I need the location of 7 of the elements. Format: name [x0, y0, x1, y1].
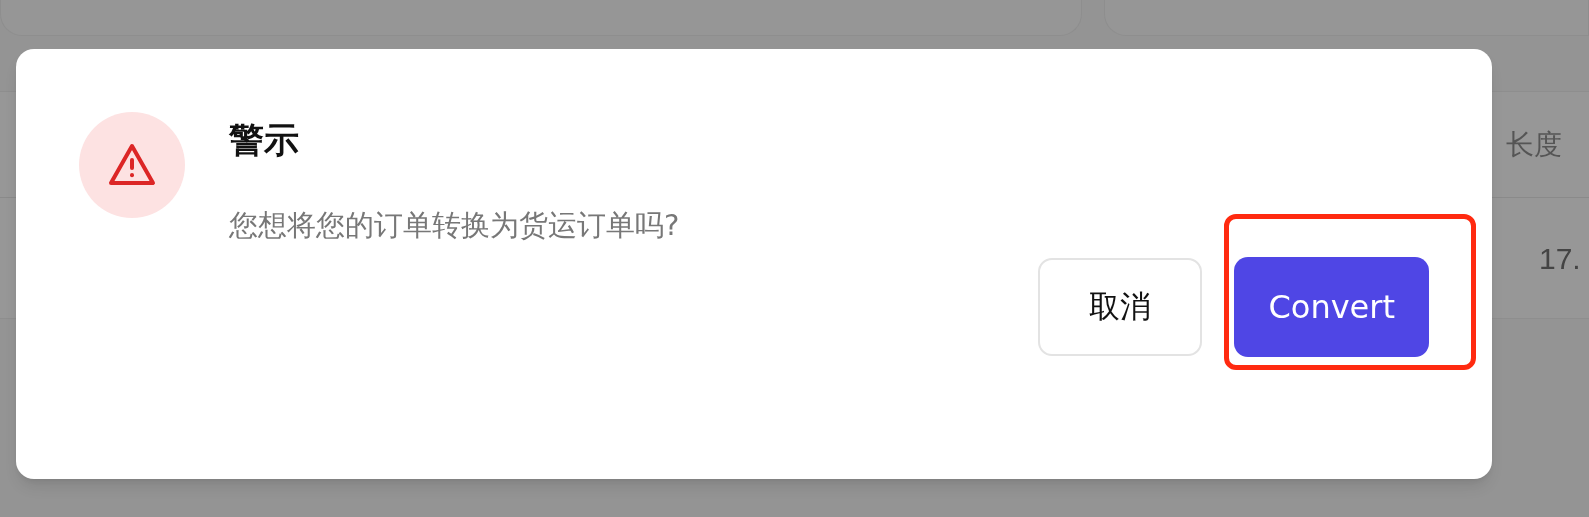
table-cell-text: 17. [1539, 240, 1582, 277]
convert-button[interactable]: Convert [1234, 256, 1429, 357]
warning-icon [108, 142, 156, 188]
dialog-message: 您想将您的订单转换为货运订单吗? [229, 207, 680, 244]
cancel-button[interactable]: 取消 [1038, 257, 1203, 356]
column-header: 长度 [1506, 126, 1562, 163]
dialog-title: 警示 [229, 119, 300, 162]
